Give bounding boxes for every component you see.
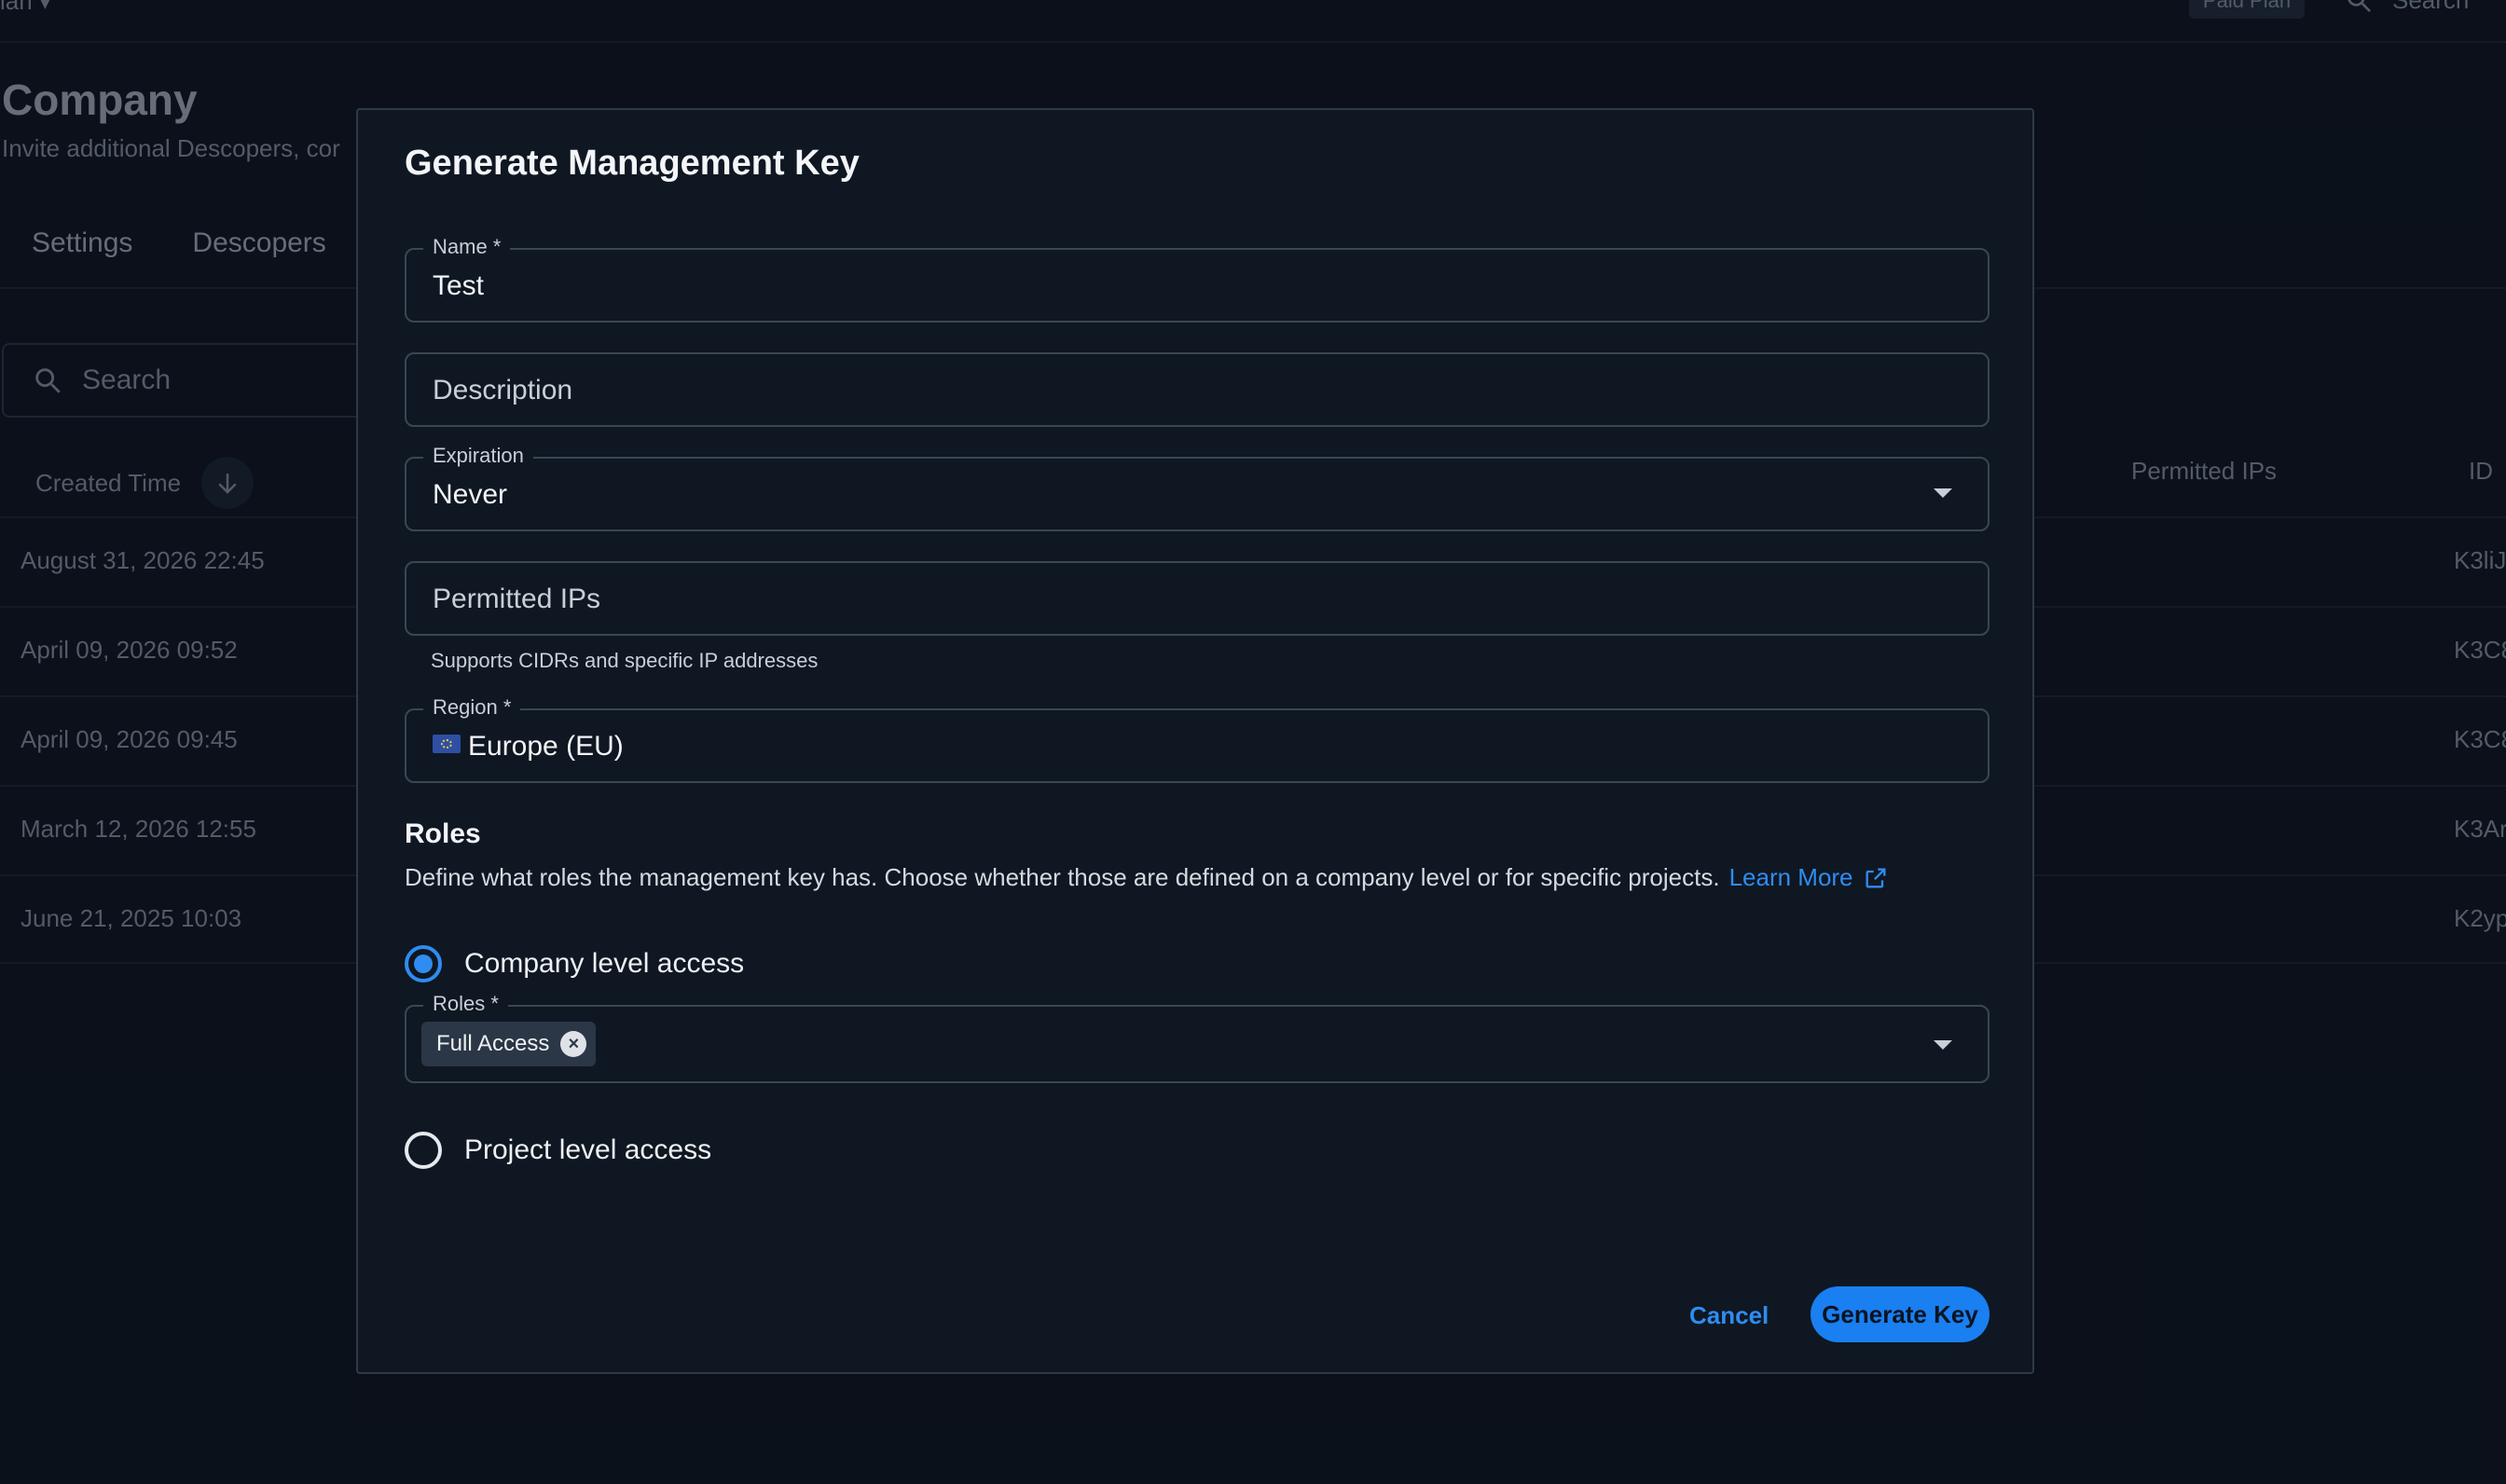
- chevron-down-icon: [1934, 488, 1952, 498]
- learn-more-link[interactable]: Learn More: [1729, 863, 1889, 892]
- name-value: Test: [433, 270, 485, 301]
- roles-label: Roles *: [423, 992, 508, 1016]
- project-level-radio[interactable]: [405, 1132, 442, 1169]
- expiration-label: Expiration: [423, 444, 533, 468]
- name-field[interactable]: Name * Test: [405, 235, 1990, 323]
- expiration-select[interactable]: Expiration Never: [405, 444, 1990, 531]
- name-label: Name *: [423, 235, 511, 259]
- external-link-icon: [1866, 868, 1886, 887]
- project-level-access-option[interactable]: Project level access: [405, 1132, 711, 1169]
- roles-description: Define what roles the management key has…: [405, 863, 1889, 892]
- remove-chip-icon[interactable]: ×: [560, 1031, 587, 1057]
- role-chip: Full Access ×: [421, 1022, 597, 1066]
- permitted-ips-placeholder: Permitted IPs: [433, 584, 601, 614]
- generate-management-key-dialog: Generate Management Key Name * Test Desc…: [356, 108, 2034, 1374]
- company-level-access-option[interactable]: Company level access: [405, 945, 744, 982]
- eu-flag-icon: [433, 735, 461, 754]
- roles-heading: Roles: [405, 818, 481, 849]
- expiration-value: Never: [433, 479, 508, 510]
- roles-select[interactable]: Roles * Full Access ×: [405, 992, 1990, 1083]
- region-value: Europe (EU): [468, 731, 624, 762]
- region-label: Region *: [423, 695, 521, 720]
- permitted-ips-helper-text: Supports CIDRs and specific IP addresses: [431, 649, 819, 672]
- region-select[interactable]: Region * Europe (EU): [405, 695, 1990, 783]
- generate-key-button[interactable]: Generate Key: [1811, 1286, 1990, 1342]
- chevron-down-icon: [1934, 1040, 1952, 1050]
- dialog-title: Generate Management Key: [405, 144, 860, 183]
- description-placeholder: Description: [433, 375, 573, 405]
- company-level-radio[interactable]: [405, 945, 442, 982]
- permitted-ips-field[interactable]: Permitted IPs: [405, 561, 1990, 636]
- description-field[interactable]: Description: [405, 352, 1990, 427]
- cancel-button[interactable]: Cancel: [1689, 1301, 1769, 1330]
